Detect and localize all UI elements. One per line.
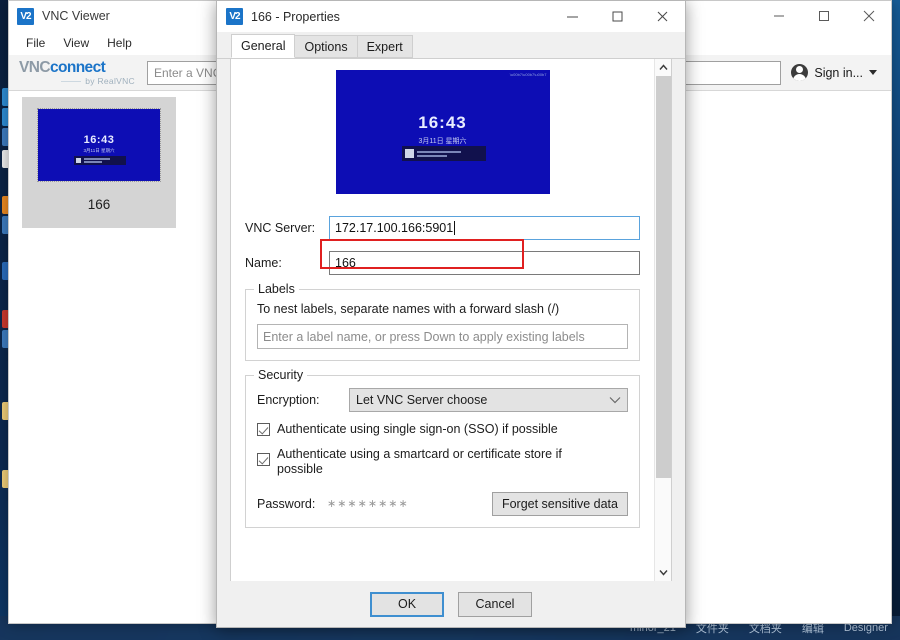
labels-group: Labels To nest labels, separate names wi… <box>245 282 640 361</box>
name-input[interactable]: 166 <box>329 251 640 275</box>
dialog-logo-icon: V2 <box>226 8 243 25</box>
scrollbar-track[interactable] <box>655 76 672 564</box>
dialog-window-controls <box>550 2 685 32</box>
forget-sensitive-data-button[interactable]: Forget sensitive data <box>491 491 628 516</box>
password-masked-value: ∗∗∗∗∗∗∗∗ <box>327 498 409 511</box>
smartcard-checkbox-label: Authenticate using a smartcard or certif… <box>277 446 562 477</box>
dialog-title: 166 - Properties <box>251 9 340 24</box>
ok-button[interactable]: OK <box>370 591 444 617</box>
thumbnail-notification <box>74 156 126 165</box>
chevron-up-icon[interactable] <box>655 59 672 76</box>
dialog-footer: OK Cancel <box>217 581 685 627</box>
minimize-icon[interactable] <box>756 1 801 31</box>
chevron-down-icon[interactable] <box>869 70 877 75</box>
cancel-button[interactable]: Cancel <box>458 591 532 617</box>
tab-expert[interactable]: Expert <box>356 35 413 58</box>
name-row: Name: 166 <box>245 251 640 275</box>
menu-item-view[interactable]: View <box>54 34 98 52</box>
encryption-label: Encryption: <box>257 393 320 407</box>
brand-connect-text: connect <box>49 58 106 76</box>
maximize-icon[interactable] <box>595 2 640 32</box>
properties-dialog: V2 166 - Properties General Options Expert… <box>216 0 686 628</box>
encryption-row: Encryption: Let VNC Server choose <box>257 388 628 412</box>
vnc-connect-logo: VNCconnect by RealVNC <box>19 59 137 87</box>
connection-tile[interactable]: 16:43 3月11日 星期六 166 <box>22 97 176 228</box>
tab-general[interactable]: General <box>231 34 296 58</box>
vnc-server-input[interactable]: 172.17.100.166:5901 <box>329 216 640 240</box>
sso-checkbox-row[interactable]: Authenticate using single sign-on (SSO) … <box>257 422 628 438</box>
close-icon[interactable] <box>640 2 685 32</box>
vnc-server-label: VNC Server: <box>245 221 316 235</box>
avatar-icon <box>791 64 809 81</box>
thumbnail-clock: 16:43 <box>83 134 115 146</box>
dialog-content-panel: \u00b7\u00b7\u00b7 16:43 3月11日 星期六 VNC S… <box>230 59 672 581</box>
brand-byline: by RealVNC <box>61 75 135 86</box>
preview-corner-marks: \u00b7\u00b7\u00b7 <box>509 72 547 77</box>
minimize-icon[interactable] <box>550 2 595 32</box>
dialog-scrollbar[interactable] <box>654 59 671 581</box>
vnc-viewer-logo-icon: V2 <box>17 7 34 25</box>
labels-group-title: Labels <box>254 282 299 296</box>
connection-thumbnail: 16:43 3月11日 星期六 <box>37 108 161 182</box>
scrollbar-thumb[interactable] <box>655 76 671 478</box>
vnc-server-row: VNC Server: 172.17.100.166:5901 <box>245 216 640 240</box>
server-preview-image: \u00b7\u00b7\u00b7 16:43 3月11日 星期六 <box>335 70 550 194</box>
dialog-tabs: General Options Expert <box>217 32 685 59</box>
preview-clock: 16:43 <box>418 113 467 132</box>
labels-input-placeholder: Enter a label name, or press Down to app… <box>263 329 585 344</box>
connection-name: 166 <box>87 197 111 212</box>
encryption-value: Let VNC Server choose <box>356 393 488 407</box>
password-label: Password: <box>257 496 316 511</box>
thumbnail-date: 3月11日 星期六 <box>83 148 115 153</box>
chevron-down-icon[interactable] <box>655 564 672 581</box>
name-label: Name: <box>245 256 282 270</box>
sign-in-button[interactable]: Sign in... <box>791 64 881 81</box>
sso-checkbox[interactable] <box>257 423 270 436</box>
smartcard-checkbox-row[interactable]: Authenticate using a smartcard or certif… <box>257 447 628 478</box>
menu-item-file[interactable]: File <box>17 34 54 52</box>
password-row: Password: ∗∗∗∗∗∗∗∗ Forget sensitive data <box>257 491 628 516</box>
encryption-select[interactable]: Let VNC Server choose <box>349 388 628 412</box>
preview-date: 3月11日 星期六 <box>418 138 467 145</box>
sso-checkbox-label: Authenticate using single sign-on (SSO) … <box>277 422 558 436</box>
vnc-viewer-title: VNC Viewer <box>42 9 110 23</box>
sign-in-label: Sign in... <box>814 65 863 80</box>
security-group: Security Encryption: Let VNC Server choo… <box>245 368 640 528</box>
vnc-server-value: 172.17.100.166:5901 <box>335 221 454 235</box>
labels-input[interactable]: Enter a label name, or press Down to app… <box>257 324 628 349</box>
maximize-icon[interactable] <box>801 1 846 31</box>
close-icon[interactable] <box>846 1 891 31</box>
vnc-viewer-window-controls <box>756 1 891 31</box>
labels-description: To nest labels, separate names with a fo… <box>257 302 560 316</box>
tab-options[interactable]: Options <box>294 35 358 58</box>
brand-vnc-text: VNC <box>19 58 51 76</box>
security-group-title: Security <box>254 368 308 382</box>
dialog-scroll-area: \u00b7\u00b7\u00b7 16:43 3月11日 星期六 VNC S… <box>231 59 654 581</box>
dialog-titlebar[interactable]: V2 166 - Properties <box>217 1 685 32</box>
menu-item-help[interactable]: Help <box>98 34 141 52</box>
name-value: 166 <box>335 256 356 270</box>
smartcard-checkbox[interactable] <box>257 452 270 466</box>
chevron-down-icon <box>609 393 621 407</box>
text-caret <box>454 221 456 235</box>
preview-notification <box>401 146 486 161</box>
